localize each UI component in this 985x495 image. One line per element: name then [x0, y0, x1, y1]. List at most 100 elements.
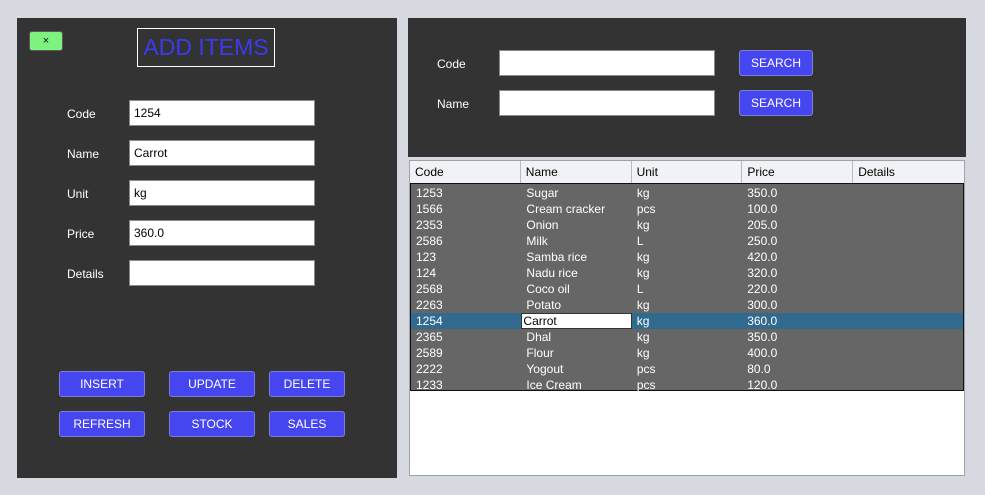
table-row[interactable]: 2222 Yogout pcs 80.0	[411, 361, 963, 377]
name-field[interactable]	[129, 140, 315, 166]
cell-name[interactable]: Potato	[521, 297, 631, 313]
cell-name[interactable]: Milk	[521, 233, 631, 249]
table-row[interactable]: 2365 Dhal kg 350.0	[411, 329, 963, 345]
insert-button[interactable]: INSERT	[59, 371, 145, 397]
cell-name[interactable]: Samba rice	[521, 249, 631, 265]
cell-code[interactable]: 123	[411, 249, 521, 265]
cell-unit[interactable]: kg	[632, 297, 742, 313]
cell-unit[interactable]: kg	[632, 345, 742, 361]
cell-details[interactable]	[853, 201, 963, 217]
table-row[interactable]: 2589 Flour kg 400.0	[411, 345, 963, 361]
cell-details[interactable]	[853, 361, 963, 377]
delete-button[interactable]: DELETE	[269, 371, 345, 397]
cell-price[interactable]: 350.0	[742, 185, 852, 201]
cell-unit[interactable]: kg	[632, 265, 742, 281]
cell-name[interactable]: Coco oil	[521, 281, 631, 297]
cell-name[interactable]: Yogout	[521, 361, 631, 377]
table-row[interactable]: 1233 Ice Cream pcs 120.0	[411, 377, 963, 393]
cell-details[interactable]	[853, 297, 963, 313]
code-field[interactable]	[129, 100, 315, 126]
cell-price[interactable]: 420.0	[742, 249, 852, 265]
cell-name[interactable]: Carrot	[521, 313, 632, 329]
cell-price[interactable]: 100.0	[742, 201, 852, 217]
cell-code[interactable]: 2263	[411, 297, 521, 313]
column-header-details[interactable]: Details	[853, 161, 964, 183]
cell-price[interactable]: 80.0	[742, 361, 852, 377]
search-name-input[interactable]	[499, 90, 715, 116]
cell-price[interactable]: 320.0	[742, 265, 852, 281]
column-header-name[interactable]: Name	[521, 161, 632, 183]
close-button[interactable]: ×	[29, 31, 63, 51]
price-field[interactable]	[129, 220, 315, 246]
cell-code[interactable]: 1233	[411, 377, 521, 393]
table-row[interactable]: 1253 Sugar kg 350.0	[411, 185, 963, 201]
cell-name[interactable]: Nadu rice	[521, 265, 631, 281]
cell-name[interactable]: Sugar	[521, 185, 631, 201]
cell-price[interactable]: 350.0	[742, 329, 852, 345]
cell-price[interactable]: 300.0	[742, 297, 852, 313]
cell-name[interactable]: Flour	[521, 345, 631, 361]
cell-unit[interactable]: pcs	[632, 201, 742, 217]
table-row[interactable]: 123 Samba rice kg 420.0	[411, 249, 963, 265]
cell-details[interactable]	[853, 281, 963, 297]
table-row[interactable]: 1254 Carrot kg 360.0	[411, 313, 963, 329]
search-name-button[interactable]: SEARCH	[739, 90, 813, 116]
cell-price[interactable]: 360.0	[742, 313, 852, 329]
cell-details[interactable]	[853, 233, 963, 249]
cell-details[interactable]	[853, 185, 963, 201]
sales-button[interactable]: SALES	[269, 411, 345, 437]
cell-details[interactable]	[853, 377, 963, 393]
cell-price[interactable]: 250.0	[742, 233, 852, 249]
cell-code[interactable]: 2568	[411, 281, 521, 297]
cell-unit[interactable]: pcs	[632, 361, 742, 377]
cell-name[interactable]: Cream cracker	[521, 201, 631, 217]
cell-code[interactable]: 1254	[411, 313, 521, 329]
table-row[interactable]: 2263 Potato kg 300.0	[411, 297, 963, 313]
cell-price[interactable]: 400.0	[742, 345, 852, 361]
cell-price[interactable]: 120.0	[742, 377, 852, 393]
table-row[interactable]: 2568 Coco oil L 220.0	[411, 281, 963, 297]
cell-price[interactable]: 220.0	[742, 281, 852, 297]
cell-details[interactable]	[853, 345, 963, 361]
stock-button[interactable]: STOCK	[169, 411, 255, 437]
cell-details[interactable]	[853, 265, 963, 281]
table-row[interactable]: 124 Nadu rice kg 320.0	[411, 265, 963, 281]
cell-details[interactable]	[853, 249, 963, 265]
cell-unit[interactable]: kg	[632, 313, 742, 329]
cell-code[interactable]: 1566	[411, 201, 521, 217]
search-panel: Code SEARCH Name SEARCH	[408, 18, 966, 157]
cell-unit[interactable]: L	[632, 281, 742, 297]
table-row[interactable]: 2353 Onion kg 205.0	[411, 217, 963, 233]
search-code-button[interactable]: SEARCH	[739, 50, 813, 76]
cell-code[interactable]: 2589	[411, 345, 521, 361]
cell-price[interactable]: 205.0	[742, 217, 852, 233]
cell-code[interactable]: 2222	[411, 361, 521, 377]
unit-field[interactable]	[129, 180, 315, 206]
column-header-unit[interactable]: Unit	[632, 161, 743, 183]
cell-code[interactable]: 2586	[411, 233, 521, 249]
cell-name[interactable]: Onion	[521, 217, 631, 233]
cell-code[interactable]: 124	[411, 265, 521, 281]
cell-unit[interactable]: pcs	[632, 377, 742, 393]
table-row[interactable]: 2586 Milk L 250.0	[411, 233, 963, 249]
cell-details[interactable]	[853, 217, 963, 233]
column-header-price[interactable]: Price	[742, 161, 854, 183]
cell-unit[interactable]: L	[632, 233, 742, 249]
cell-name[interactable]: Dhal	[521, 329, 631, 345]
cell-details[interactable]	[853, 313, 963, 329]
cell-code[interactable]: 2353	[411, 217, 521, 233]
details-field[interactable]	[129, 260, 315, 286]
update-button[interactable]: UPDATE	[169, 371, 255, 397]
cell-unit[interactable]: kg	[632, 185, 742, 201]
refresh-button[interactable]: REFRESH	[59, 411, 145, 437]
cell-unit[interactable]: kg	[632, 217, 742, 233]
cell-details[interactable]	[853, 329, 963, 345]
cell-unit[interactable]: kg	[632, 249, 742, 265]
cell-code[interactable]: 1253	[411, 185, 521, 201]
cell-name[interactable]: Ice Cream	[521, 377, 631, 393]
column-header-code[interactable]: Code	[410, 161, 521, 183]
cell-code[interactable]: 2365	[411, 329, 521, 345]
cell-unit[interactable]: kg	[632, 329, 742, 345]
table-row[interactable]: 1566 Cream cracker pcs 100.0	[411, 201, 963, 217]
search-code-input[interactable]	[499, 50, 715, 76]
